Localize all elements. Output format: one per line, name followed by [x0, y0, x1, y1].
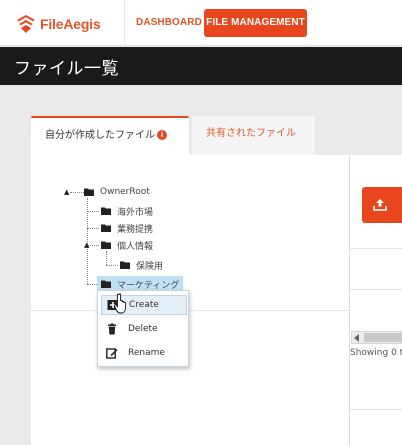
- context-menu-delete[interactable]: Delete: [101, 319, 187, 339]
- upload-icon: [373, 199, 387, 211]
- edit-icon: [106, 348, 118, 359]
- tree-expand-toggle[interactable]: ▲: [84, 241, 89, 249]
- page-title-bar: ファイル一覧: [0, 47, 402, 85]
- tree-node-label: 保険用: [136, 261, 164, 272]
- tree-connector: [87, 211, 99, 212]
- header-divider: [124, 0, 125, 46]
- scroll-left-arrow-icon[interactable]: [354, 334, 359, 342]
- table-header-divider: [350, 248, 402, 249]
- folder-icon: [101, 241, 111, 249]
- tree-expand-toggle[interactable]: ▲: [64, 188, 69, 196]
- folder-icon: [101, 280, 111, 288]
- top-navbar: FileAegis DASHBOARD FILE MANAGEMENT: [0, 0, 402, 46]
- tree-node[interactable]: 海外市場: [101, 204, 153, 218]
- scrollbar-thumb[interactable]: [364, 333, 402, 342]
- table-footer-divider: [350, 409, 402, 410]
- table-row-divider: [350, 289, 402, 290]
- tab-my-files-label: 自分が作成したファイル: [45, 130, 155, 141]
- logo-text: FileAegis: [40, 16, 101, 32]
- tree-node-label: 業務提携: [117, 224, 154, 235]
- tree-node[interactable]: 業務提携: [101, 221, 153, 235]
- tab-my-files-label-wrap: 自分が作成したファイル i: [45, 126, 167, 141]
- tree-node[interactable]: 個人情報: [101, 238, 153, 252]
- tree-connector: [87, 284, 97, 285]
- tab-shared-files[interactable]: 共有されたファイル: [192, 116, 315, 155]
- tree-connector: [87, 228, 99, 229]
- horizontal-scrollbar[interactable]: [351, 331, 402, 344]
- trash-icon: [108, 323, 116, 335]
- tree-node-label: 海外市場: [117, 207, 154, 218]
- app-logo[interactable]: FileAegis: [16, 13, 101, 35]
- upload-button[interactable]: [362, 187, 402, 223]
- context-menu-label: Delete: [128, 324, 158, 334]
- folder-icon: [101, 224, 111, 232]
- tree-connector: [106, 251, 107, 265]
- tree-node-label: マーケティング: [117, 280, 180, 291]
- tree-node-root[interactable]: OwnerRoot: [84, 185, 150, 199]
- panel-divider: [31, 310, 349, 311]
- tree-node[interactable]: 保険用: [120, 258, 163, 272]
- folder-icon: [84, 188, 94, 196]
- context-menu: Create Delete Rename: [97, 290, 189, 367]
- hand-cursor-icon: [114, 293, 126, 314]
- tree-node-label: 個人情報: [117, 241, 154, 252]
- folder-tree-panel: [31, 155, 349, 445]
- tree-connector: [106, 265, 118, 266]
- info-icon[interactable]: i: [157, 130, 167, 140]
- tree-node-label: OwnerRoot: [100, 187, 150, 197]
- pagination-info: Showing 0 t: [350, 348, 402, 358]
- logo-icon: [17, 15, 35, 33]
- tree-connector: [70, 192, 84, 193]
- tab-shared-files-label: 共有されたファイル: [206, 128, 296, 139]
- context-menu-label: Create: [129, 300, 159, 310]
- page-title: ファイル一覧: [14, 59, 119, 79]
- context-menu-label: Rename: [128, 348, 165, 358]
- nav-dashboard-link[interactable]: DASHBOARD: [136, 9, 202, 37]
- tab-my-files[interactable]: 自分が作成したファイル i: [31, 116, 189, 155]
- nav-file-management-button[interactable]: FILE MANAGEMENT: [204, 9, 307, 37]
- folder-icon: [120, 261, 130, 269]
- folder-icon: [101, 207, 111, 215]
- context-menu-rename[interactable]: Rename: [101, 343, 187, 363]
